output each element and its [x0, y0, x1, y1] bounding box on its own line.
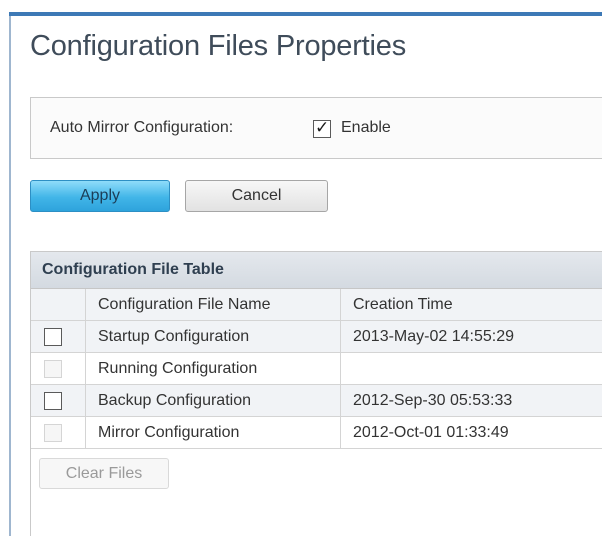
- checkmark-icon: ✓: [315, 118, 330, 138]
- select-cell: [31, 385, 86, 416]
- select-cell: [31, 321, 86, 352]
- file-name-cell: Mirror Configuration: [86, 417, 341, 448]
- header-select-cell: [31, 289, 86, 320]
- left-border: [9, 16, 11, 536]
- top-accent-bar: [9, 12, 602, 16]
- auto-mirror-checkbox[interactable]: ✓: [313, 118, 331, 138]
- file-name-cell: Backup Configuration: [86, 385, 341, 416]
- enable-label: Enable: [341, 119, 391, 136]
- select-cell: [31, 417, 86, 448]
- auto-mirror-label: Auto Mirror Configuration:: [50, 119, 234, 136]
- creation-time-cell: 2012-Sep-30 05:53:33: [353, 392, 513, 409]
- table-row: Startup Configuration 2013-May-02 14:55:…: [31, 321, 602, 353]
- row-select-checkbox-disabled: [44, 424, 62, 442]
- row-select-checkbox[interactable]: [44, 328, 62, 346]
- cancel-button[interactable]: Cancel: [185, 180, 328, 212]
- row-select-checkbox[interactable]: [44, 392, 62, 410]
- apply-button[interactable]: Apply: [30, 180, 170, 212]
- creation-time-cell: 2013-May-02 14:55:29: [353, 328, 514, 345]
- table-header-row: Configuration File Name Creation Time: [31, 289, 602, 321]
- page-title: Configuration Files Properties: [30, 30, 407, 62]
- auto-mirror-panel: Auto Mirror Configuration: ✓ Enable: [30, 97, 602, 159]
- column-header-time: Creation Time: [353, 296, 453, 313]
- configuration-file-table: Configuration File Table Configuration F…: [30, 251, 602, 536]
- table-row: Running Configuration: [31, 353, 602, 385]
- file-name-cell: Startup Configuration: [86, 321, 341, 352]
- select-cell: [31, 353, 86, 384]
- page-frame: Configuration Files Properties Auto Mirr…: [0, 0, 602, 536]
- row-select-checkbox-disabled: [44, 360, 62, 378]
- clear-files-button[interactable]: Clear Files: [39, 458, 169, 489]
- table-title: Configuration File Table: [42, 261, 224, 278]
- column-header-name: Configuration File Name: [86, 289, 341, 320]
- table-footer: Clear Files: [31, 449, 602, 504]
- table-row: Backup Configuration 2012-Sep-30 05:53:3…: [31, 385, 602, 417]
- creation-time-cell: 2012-Oct-01 01:33:49: [353, 424, 509, 441]
- table-row: Mirror Configuration 2012-Oct-01 01:33:4…: [31, 417, 602, 449]
- file-name-cell: Running Configuration: [86, 353, 341, 384]
- table-title-bar: Configuration File Table: [31, 252, 602, 289]
- creation-time-cell: [341, 353, 602, 384]
